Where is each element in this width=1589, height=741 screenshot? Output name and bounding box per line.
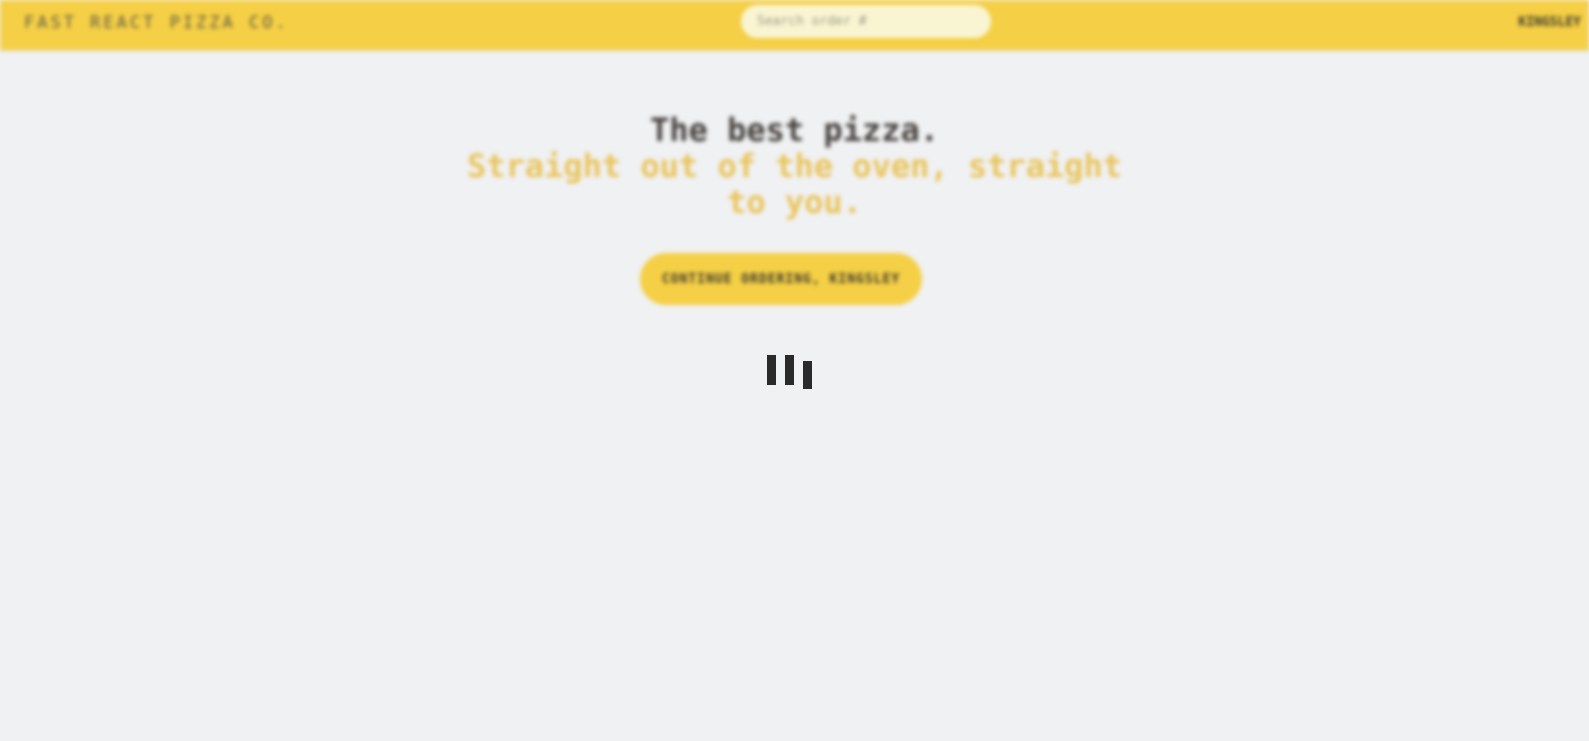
- top-header: Fast React Pizza Co. KINGSLEY: [0, 0, 1589, 52]
- loader-bar: [767, 355, 776, 385]
- search-order-input[interactable]: [741, 5, 991, 38]
- app-root: Fast React Pizza Co. KINGSLEY The best p…: [0, 0, 1589, 741]
- loader-bar: [803, 361, 812, 389]
- loading-bars-icon: [767, 355, 817, 395]
- hero-title: The best pizza.: [650, 111, 939, 149]
- continue-ordering-button[interactable]: Continue ordering, KINGSLEY: [640, 253, 922, 305]
- username: KINGSLEY: [1518, 15, 1581, 30]
- loader-bar: [785, 355, 794, 385]
- brand-logo-link[interactable]: Fast React Pizza Co.: [24, 13, 289, 33]
- hero-section: The best pizza. Straight out of the oven…: [0, 112, 1589, 220]
- hero-subtitle: Straight out of the oven, straight to yo…: [466, 147, 1123, 221]
